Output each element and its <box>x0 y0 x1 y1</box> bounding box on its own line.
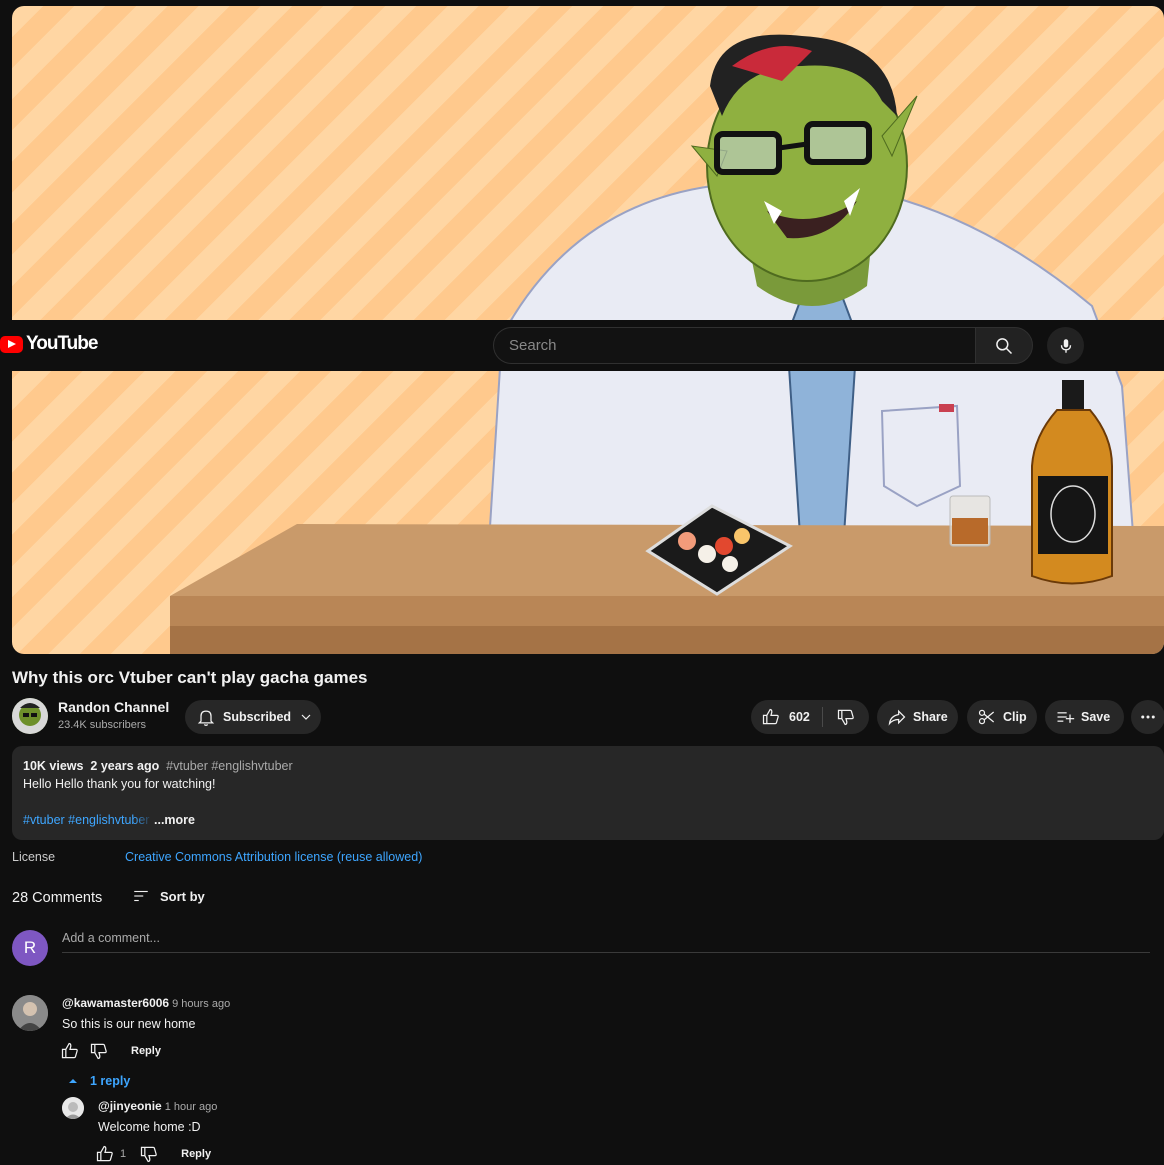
description-hashtags[interactable]: #vtuber #englishvtuber <box>23 813 153 827</box>
voice-search-button[interactable] <box>1047 327 1084 364</box>
like-dislike-group: 602 <box>751 700 869 734</box>
sort-by-label: Sort by <box>160 888 205 904</box>
upload-age: 2 years ago <box>90 759 160 773</box>
reply-actions: 1 Reply <box>95 1144 211 1164</box>
show-more-button[interactable]: ...more <box>154 813 195 827</box>
description-meta: 10K views 2 years ago #vtuber #englishvt… <box>23 759 293 773</box>
my-avatar: R <box>12 930 48 966</box>
comment-author[interactable]: @kawamaster6006 9 hours ago <box>62 996 230 1010</box>
reply-like-count: 1 <box>120 1148 127 1160</box>
comment-avatar[interactable] <box>12 995 48 1031</box>
view-count: 10K views <box>23 759 84 773</box>
save-button[interactable]: Save <box>1045 700 1124 734</box>
subscribed-button[interactable]: Subscribed <box>185 700 321 734</box>
like-button[interactable]: 602 <box>751 707 823 727</box>
more-horizontal-icon <box>1141 715 1155 719</box>
replies-toggle[interactable]: 1 reply <box>68 1074 130 1088</box>
description-tags: #vtuber #englishvtuber <box>166 759 293 773</box>
sort-by-button[interactable]: Sort by <box>132 887 205 905</box>
search-box <box>493 327 976 364</box>
channel-name[interactable]: Randon Channel <box>58 699 169 715</box>
masthead: YouTube <box>0 320 1164 371</box>
caret-up-icon <box>69 1079 77 1083</box>
comment-dislike-button[interactable] <box>89 1041 109 1061</box>
save-label: Save <box>1081 710 1111 724</box>
description-box[interactable]: 10K views 2 years ago #vtuber #englishvt… <box>12 746 1164 840</box>
reply-author[interactable]: @jinyeonie 1 hour ago <box>98 1099 217 1113</box>
more-actions-button[interactable] <box>1131 700 1164 734</box>
comment-time[interactable]: 9 hours ago <box>172 998 230 1010</box>
channel-avatar-image <box>12 698 48 734</box>
share-icon <box>888 709 906 726</box>
thumbs-down-icon <box>90 1043 107 1060</box>
clip-label: Clip <box>1003 710 1027 724</box>
chevron-down-icon <box>301 714 311 720</box>
search-input[interactable] <box>494 328 976 363</box>
description-text: Hello Hello thank you for watching! <box>23 777 216 791</box>
thumbs-up-icon <box>61 1042 78 1059</box>
youtube-play-icon <box>0 335 23 353</box>
thumbs-up-icon <box>96 1145 113 1162</box>
reply-avatar[interactable] <box>62 1097 84 1119</box>
replies-toggle-label: 1 reply <box>90 1074 131 1088</box>
channel-avatar[interactable] <box>12 698 48 734</box>
license-label: License <box>12 850 56 864</box>
search-button[interactable] <box>975 327 1033 364</box>
share-button[interactable]: Share <box>877 700 958 734</box>
comment-like-button[interactable] <box>60 1041 80 1061</box>
subscribed-label: Subscribed <box>223 710 292 724</box>
sort-icon <box>134 890 148 902</box>
comment-reply-button[interactable]: Reply <box>131 1045 161 1057</box>
dislike-button[interactable] <box>823 707 869 727</box>
thumbs-up-icon <box>762 708 779 725</box>
reply-avatar-image <box>62 1097 84 1119</box>
microphone-icon <box>1060 338 1071 353</box>
reply-text: Welcome home :D <box>98 1120 201 1134</box>
reply-time[interactable]: 1 hour ago <box>165 1101 218 1113</box>
bell-icon <box>197 710 215 726</box>
comment-author-handle: @kawamaster6006 <box>62 996 170 1010</box>
video-title: Why this orc Vtuber can't play gacha gam… <box>12 668 368 687</box>
license-link[interactable]: Creative Commons Attribution license (re… <box>125 850 422 864</box>
comment-text: So this is our new home <box>62 1017 196 1031</box>
like-count: 602 <box>789 710 810 724</box>
share-label: Share <box>913 710 948 724</box>
reply-like-button[interactable] <box>95 1144 115 1164</box>
subscriber-count: 23.4K subscribers <box>58 719 147 731</box>
reply-reply-button[interactable]: Reply <box>181 1148 211 1160</box>
comment-avatar-image <box>12 995 48 1031</box>
logo-text: YouTube <box>26 333 98 354</box>
scissors-icon <box>978 709 995 725</box>
thumbs-down-icon <box>141 1146 157 1163</box>
comments-count: 28 Comments <box>12 890 103 906</box>
clip-button[interactable]: Clip <box>967 700 1037 734</box>
thumbs-down-icon <box>837 709 854 726</box>
reply-author-handle: @jinyeonie <box>98 1099 162 1113</box>
search-icon <box>996 337 1013 354</box>
comment-actions: Reply <box>60 1041 161 1061</box>
add-comment-input[interactable]: Add a comment... <box>62 931 1150 953</box>
reply-dislike-button[interactable] <box>139 1144 159 1164</box>
youtube-logo[interactable]: YouTube <box>0 333 98 355</box>
playlist-add-icon <box>1057 712 1075 723</box>
